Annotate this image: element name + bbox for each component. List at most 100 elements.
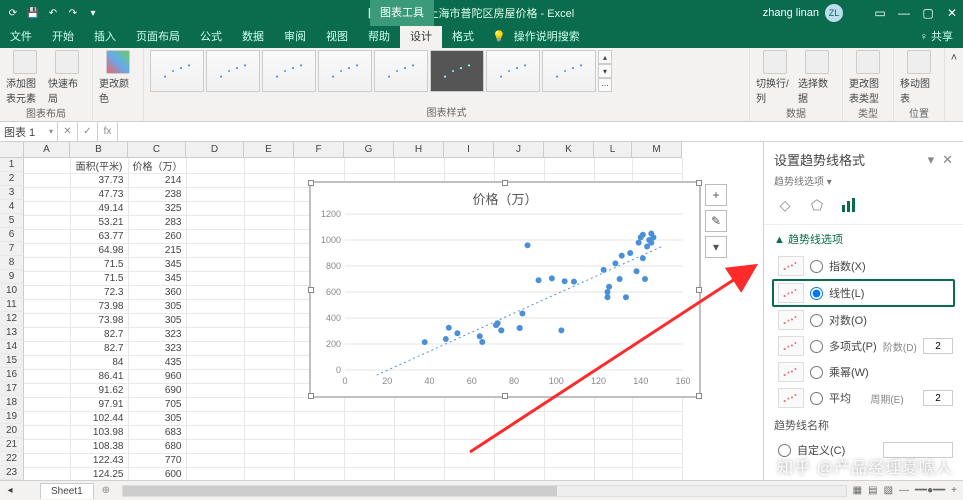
- cell[interactable]: [186, 258, 244, 272]
- cell[interactable]: 345: [128, 272, 186, 286]
- view-normal-icon[interactable]: ▦: [853, 485, 862, 496]
- cell[interactable]: [186, 244, 244, 258]
- cell[interactable]: [394, 468, 444, 481]
- cell[interactable]: [244, 426, 294, 440]
- cell[interactable]: [244, 412, 294, 426]
- cell[interactable]: [594, 398, 632, 412]
- cell[interactable]: 124.25: [70, 468, 128, 481]
- gallery-down-icon[interactable]: ▾: [598, 64, 612, 78]
- col-header[interactable]: I: [444, 142, 494, 158]
- cell[interactable]: [24, 158, 70, 174]
- col-header[interactable]: L: [594, 142, 632, 158]
- cell[interactable]: [344, 412, 394, 426]
- chart-filters-button[interactable]: ▾: [705, 236, 727, 258]
- formula-input[interactable]: [118, 122, 963, 141]
- cell[interactable]: 91.62: [70, 384, 128, 398]
- cell[interactable]: [186, 174, 244, 188]
- cell[interactable]: [186, 300, 244, 314]
- cell[interactable]: [244, 454, 294, 468]
- row-header[interactable]: 7: [0, 242, 24, 256]
- cell[interactable]: [494, 426, 544, 440]
- cell[interactable]: [186, 342, 244, 356]
- minimize-icon[interactable]: —: [897, 6, 911, 20]
- row-header[interactable]: 8: [0, 256, 24, 270]
- cell[interactable]: [186, 454, 244, 468]
- cell[interactable]: [24, 202, 70, 216]
- cell[interactable]: [344, 440, 394, 454]
- row-header[interactable]: 14: [0, 340, 24, 354]
- cell[interactable]: [594, 412, 632, 426]
- cell[interactable]: 价格（万）: [128, 158, 186, 174]
- gallery-up-icon[interactable]: ▴: [598, 50, 612, 64]
- cell[interactable]: [394, 158, 444, 174]
- cell[interactable]: [594, 158, 632, 174]
- cell[interactable]: [186, 412, 244, 426]
- cell[interactable]: [24, 244, 70, 258]
- cell[interactable]: 690: [128, 384, 186, 398]
- col-header[interactable]: E: [244, 142, 294, 158]
- cell[interactable]: [186, 216, 244, 230]
- col-header[interactable]: J: [494, 142, 544, 158]
- embedded-chart[interactable]: 价格（万） 0200400600800100012000204060801001…: [310, 182, 700, 397]
- cell[interactable]: 37.73: [70, 174, 128, 188]
- worksheet[interactable]: ABCDEFGHIJKLM 12345678910111213141516171…: [0, 142, 763, 480]
- cell[interactable]: 102.44: [70, 412, 128, 426]
- style-thumb[interactable]: [430, 50, 484, 92]
- row-header[interactable]: 5: [0, 214, 24, 228]
- cell[interactable]: [24, 272, 70, 286]
- view-page-icon[interactable]: ▤: [868, 485, 877, 496]
- row-header[interactable]: 1: [0, 158, 24, 172]
- cell[interactable]: [544, 398, 594, 412]
- cell[interactable]: [244, 174, 294, 188]
- col-header[interactable]: C: [128, 142, 186, 158]
- zoom-slider[interactable]: ━━●━━: [915, 485, 945, 496]
- cell[interactable]: [544, 158, 594, 174]
- cell[interactable]: 82.7: [70, 328, 128, 342]
- trend-moving_avg-param[interactable]: [923, 390, 953, 406]
- cell[interactable]: [244, 398, 294, 412]
- cell[interactable]: [544, 468, 594, 481]
- cell[interactable]: [186, 426, 244, 440]
- cell[interactable]: [294, 454, 344, 468]
- cell[interactable]: 49.14: [70, 202, 128, 216]
- col-header[interactable]: M: [632, 142, 682, 158]
- cell[interactable]: [244, 342, 294, 356]
- change-colors-button[interactable]: 更改颜色: [99, 50, 137, 105]
- cell[interactable]: 705: [128, 398, 186, 412]
- sheet-nav-left-icon[interactable]: ◂: [0, 485, 20, 496]
- pane-dropdown-icon[interactable]: ▾: [928, 152, 935, 168]
- cell[interactable]: [244, 300, 294, 314]
- cell[interactable]: [494, 412, 544, 426]
- ribbon-options-icon[interactable]: ▭: [873, 6, 887, 20]
- cell[interactable]: [186, 202, 244, 216]
- cell[interactable]: [24, 230, 70, 244]
- cell[interactable]: [186, 286, 244, 300]
- cell[interactable]: [24, 468, 70, 481]
- cell[interactable]: [494, 398, 544, 412]
- cell[interactable]: 770: [128, 454, 186, 468]
- cell[interactable]: 47.73: [70, 188, 128, 202]
- cell[interactable]: 64.98: [70, 244, 128, 258]
- cell[interactable]: [632, 412, 682, 426]
- row-header[interactable]: 12: [0, 312, 24, 326]
- cell[interactable]: [494, 440, 544, 454]
- col-header[interactable]: G: [344, 142, 394, 158]
- cell[interactable]: [24, 286, 70, 300]
- cell[interactable]: 238: [128, 188, 186, 202]
- gallery-more-icon[interactable]: ⋯: [598, 78, 612, 92]
- cell[interactable]: 97.91: [70, 398, 128, 412]
- row-header[interactable]: 15: [0, 354, 24, 368]
- cell[interactable]: 683: [128, 426, 186, 440]
- cell[interactable]: [244, 230, 294, 244]
- cell[interactable]: 63.77: [70, 230, 128, 244]
- cell[interactable]: [24, 454, 70, 468]
- cell[interactable]: 215: [128, 244, 186, 258]
- cell[interactable]: [494, 468, 544, 481]
- chart-title[interactable]: 价格（万）: [311, 183, 699, 210]
- cell[interactable]: [186, 230, 244, 244]
- row-header[interactable]: 6: [0, 228, 24, 242]
- row-header[interactable]: 10: [0, 284, 24, 298]
- cell[interactable]: 600: [128, 468, 186, 481]
- cell[interactable]: [294, 440, 344, 454]
- cell[interactable]: 108.38: [70, 440, 128, 454]
